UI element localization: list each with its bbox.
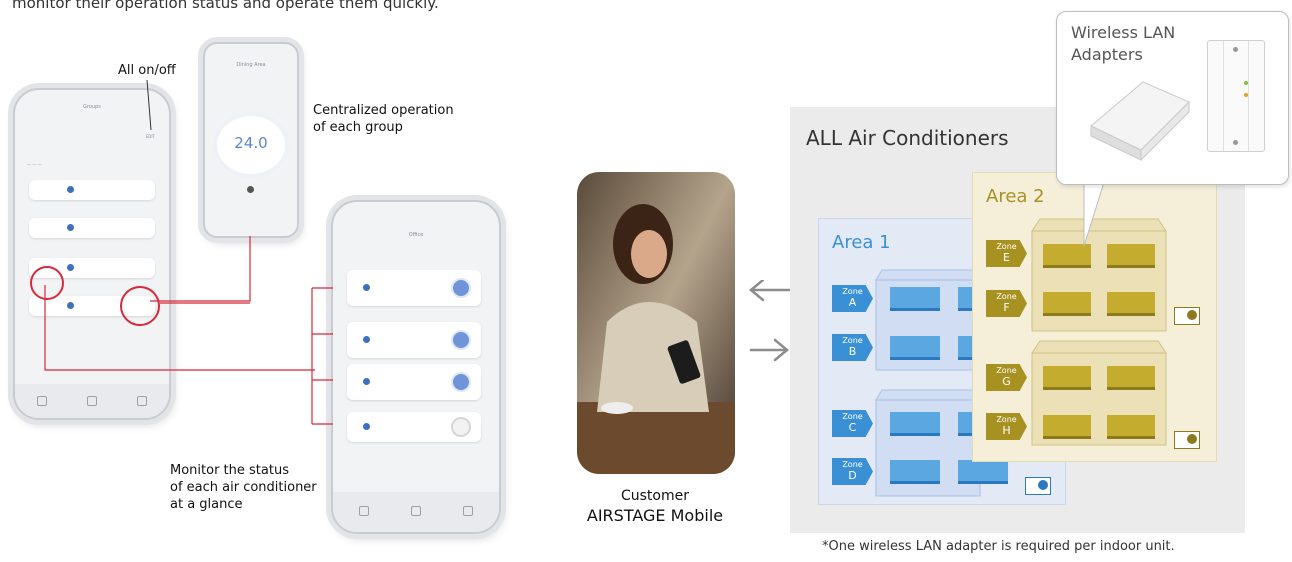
customer-label: Customer: [620, 488, 689, 504]
area-2-controller-icon: [1174, 431, 1200, 449]
customer-photo: [577, 172, 735, 474]
zone-a-tag: Zone A: [832, 285, 873, 312]
indoor-unit: [1107, 366, 1155, 390]
adapter-title: Wireless LAN Adapters: [1071, 23, 1176, 64]
indoor-unit: [1107, 415, 1155, 439]
indoor-unit: [890, 336, 940, 360]
zone-c-tag: Zone C: [832, 410, 873, 437]
indoor-unit: [1107, 292, 1155, 316]
adapter-device-icon: [1090, 81, 1190, 162]
area-1-label: Area 1: [832, 232, 891, 253]
indoor-unit: [890, 412, 940, 436]
app-name: AIRSTAGE Mobile: [586, 506, 724, 525]
zone-d-tag: Zone D: [832, 458, 873, 485]
connector-lines: [44, 236, 333, 425]
zone-g-tag: Zone G: [986, 364, 1027, 391]
wall-adapter-icon: [1207, 40, 1265, 152]
indoor-unit: [890, 460, 940, 484]
area-2-label: Area 2: [986, 186, 1045, 207]
customer-caption: Customer AIRSTAGE Mobile: [570, 487, 740, 527]
group-highlight-circle: [30, 266, 64, 300]
area-2-controller-icon: [1174, 307, 1200, 325]
temperature-highlight-circle: [120, 286, 160, 326]
indoor-unit: [958, 460, 1008, 484]
sync-arrows: [749, 280, 792, 362]
indoor-unit: [1043, 292, 1091, 316]
zone-b-tag: Zone B: [832, 334, 873, 361]
callout-pointer: [1083, 176, 1107, 247]
zone-e-tag: Zone E: [986, 240, 1027, 267]
zone-h-tag: Zone H: [986, 413, 1027, 440]
indoor-unit: [1043, 366, 1091, 390]
footnote: *One wireless LAN adapter is required pe…: [822, 539, 1175, 554]
wireless-lan-adapter-callout: Wireless LAN Adapters: [1056, 11, 1289, 185]
indoor-unit: [890, 287, 940, 311]
zone-f-tag: Zone F: [986, 290, 1027, 317]
indoor-unit: [1043, 415, 1091, 439]
diagram-title: ALL Air Conditioners: [806, 126, 1009, 150]
area-1-controller-icon: [1025, 477, 1051, 495]
